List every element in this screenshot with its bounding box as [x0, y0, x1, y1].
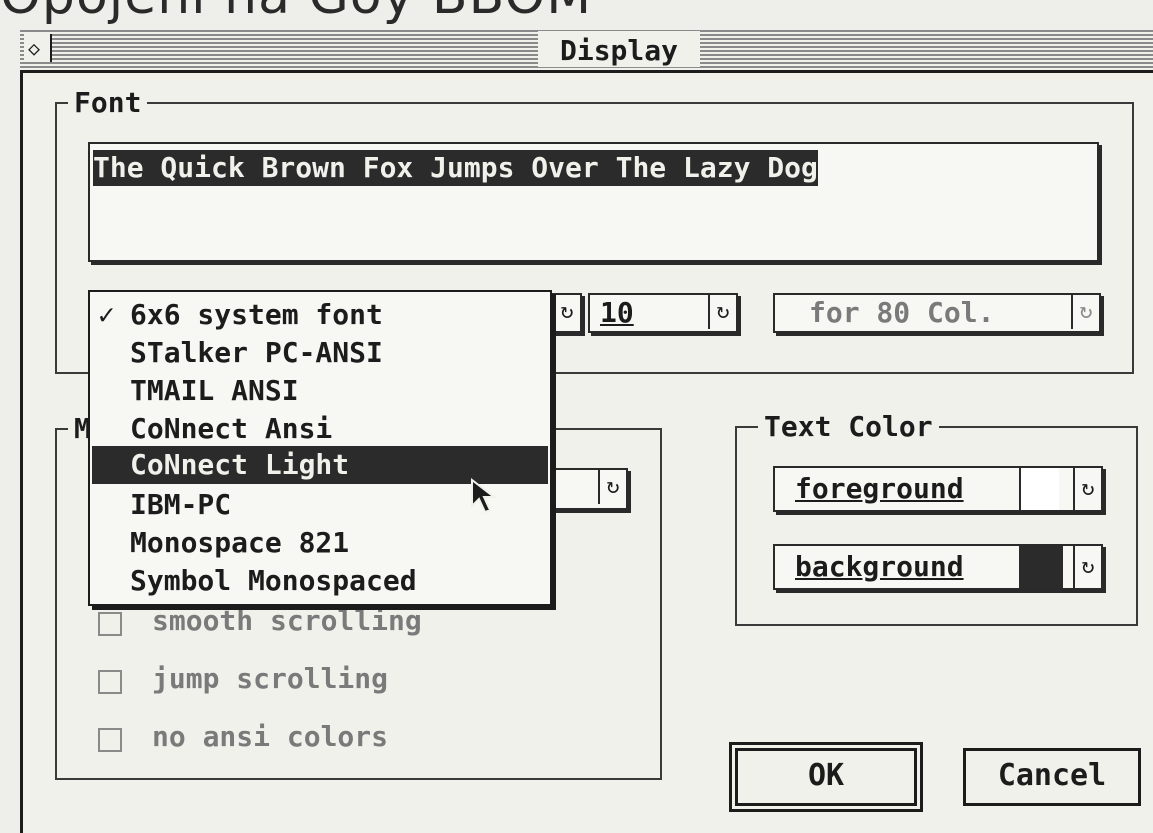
font-option-symbol-monospaced[interactable]: Symbol Monospaced	[92, 562, 548, 600]
foreground-cycle-icon[interactable]: ↻	[1073, 468, 1101, 510]
jump-scrolling-label[interactable]: jump scrolling	[152, 662, 388, 695]
columns-popup-button[interactable]: for 80 Col. ↻	[773, 293, 1101, 333]
jump-scrolling-checkbox[interactable]	[98, 670, 122, 694]
font-option-connect-ansi[interactable]: CoNnect Ansi	[92, 410, 548, 448]
menu-item-label: Monospace 821	[130, 526, 350, 559]
page-heading-cut: Opojení na Goy BBOM	[0, 0, 592, 26]
cancel-button[interactable]: Cancel	[963, 748, 1141, 806]
menu-item-label: Symbol Monospaced	[130, 564, 417, 597]
background-color-button[interactable]: background ↻	[773, 544, 1103, 590]
smooth-scrolling-label[interactable]: smooth scrolling	[152, 604, 422, 637]
menu-item-label: CoNnect Ansi	[130, 412, 333, 445]
menu-item-label: 6x6 system font	[130, 298, 383, 331]
menu-item-label: STalker PC-ANSI	[130, 336, 383, 369]
background-cycle-icon[interactable]: ↻	[1073, 546, 1101, 588]
font-cycle-icon[interactable]: ↻	[552, 295, 580, 329]
window-title: Display	[538, 31, 700, 67]
menu-item-label: CoNnect Light	[130, 448, 350, 481]
no-ansi-colors-label[interactable]: no ansi colors	[152, 720, 388, 753]
font-option-monospace-821[interactable]: Monospace 821	[92, 524, 548, 562]
font-group-label: Font	[68, 88, 148, 118]
foreground-color-button[interactable]: foreground ↻	[773, 466, 1103, 512]
mouse-pointer-icon	[470, 477, 498, 518]
misc-cycle-icon[interactable]: ↻	[598, 470, 626, 504]
ok-button[interactable]: OK	[735, 748, 917, 806]
font-option-6x6-system[interactable]: 6x6 system font	[92, 296, 548, 334]
menu-item-label: IBM-PC	[130, 488, 232, 521]
foreground-label: foreground	[795, 472, 964, 505]
font-size-popup-button[interactable]: 10 ↻	[588, 293, 738, 333]
no-ansi-colors-checkbox[interactable]	[98, 728, 122, 752]
background-label: background	[795, 550, 964, 583]
font-sample-text: The Quick Brown Fox Jumps Over The Lazy …	[93, 150, 818, 186]
font-size-value: 10	[600, 296, 634, 329]
size-cycle-icon[interactable]: ↻	[708, 295, 736, 329]
background-swatch	[1019, 546, 1063, 588]
font-option-stalker-pc-ansi[interactable]: STalker PC-ANSI	[92, 334, 548, 372]
font-option-tmail-ansi[interactable]: TMAIL ANSI	[92, 372, 548, 410]
columns-value: for 80 Col.	[809, 296, 995, 329]
foreground-swatch	[1019, 468, 1059, 510]
misc-popup-button[interactable]: ↻	[540, 468, 628, 510]
text-color-group-label: Text Color	[758, 412, 939, 442]
text-color-group-frame	[735, 426, 1138, 626]
smooth-scrolling-checkbox[interactable]	[98, 612, 122, 636]
close-icon[interactable]: ◇	[28, 36, 40, 60]
columns-cycle-icon[interactable]: ↻	[1071, 295, 1099, 329]
menu-item-label: TMAIL ANSI	[130, 374, 299, 407]
